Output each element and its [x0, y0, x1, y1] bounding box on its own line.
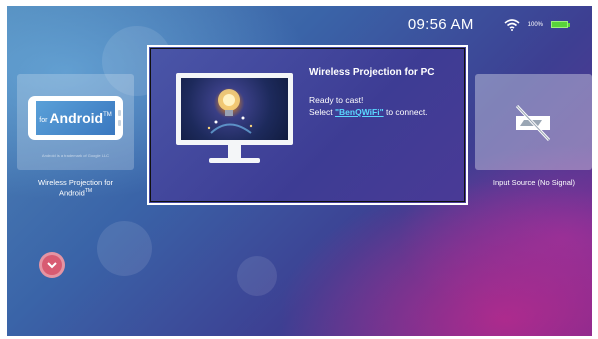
phone-graphic-android: Android [49, 110, 104, 126]
select-suffix: to connect. [383, 107, 428, 117]
tile-pc-projection[interactable]: Wireless Projection for PC Ready to cast… [147, 45, 468, 205]
tile-android-projection[interactable]: for Android TM Android is a trademark of… [17, 74, 134, 170]
status-bar: 09:56 AM 100% [408, 16, 570, 33]
background-bokeh [237, 256, 277, 296]
lightbulb-illustration [181, 78, 288, 140]
battery-percent: 100% [527, 21, 543, 28]
android-phone-icon: for Android TM [28, 96, 123, 140]
battery-icon [551, 21, 570, 28]
scroll-down-button[interactable] [39, 252, 65, 278]
wifi-icon [504, 18, 520, 31]
chevron-down-icon [47, 256, 57, 274]
tile-android-label-line2: Android [58, 188, 85, 198]
trademark-note: Android is a trademark of Google LLC [41, 153, 110, 158]
clock: 09:56 AM [407, 16, 474, 33]
tile-input-source[interactable] [475, 74, 592, 170]
ssid-link: "BenQWiFi" [335, 107, 384, 117]
tile-pc-info: Wireless Projection for PC Ready to cast… [309, 67, 435, 118]
tile-input-label: Input Source (No Signal) [492, 178, 576, 187]
home-screen: 09:56 AM 100% for Android TM Android is … [7, 6, 592, 336]
connect-instructions: Select "BenQWiFi" to connect. [309, 106, 435, 118]
monitor-icon [176, 73, 293, 169]
phone-graphic-tm: TM [103, 112, 112, 118]
tile-android-label: Wireless Projection for AndroidTM [17, 178, 134, 198]
no-signal-icon [510, 104, 556, 147]
select-prefix: Select [309, 107, 335, 117]
tile-android-label-line1: Wireless Projection for [37, 178, 114, 187]
ready-text: Ready to cast! [309, 95, 364, 105]
tile-android-label-tm: TM [84, 188, 93, 194]
phone-graphic-for: for [39, 116, 48, 124]
background-bokeh [97, 221, 152, 276]
tile-pc-title: Wireless Projection for PC [309, 67, 435, 78]
